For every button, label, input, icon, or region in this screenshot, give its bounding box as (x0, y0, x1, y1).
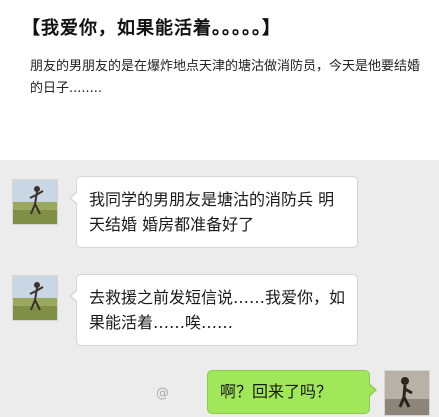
weibo-watermark: @ (156, 386, 169, 401)
message-bubble[interactable]: 去救援之前发短信说……我爱你，如果能活着……唉…… (69, 274, 358, 346)
message-bubble[interactable]: 我同学的男朋友是塘沽的消防兵 明天结婚 婚房都准备好了 (69, 176, 358, 248)
friend-avatar[interactable] (12, 179, 58, 225)
article-intro: 朋友的男朋友的是在爆炸地点天津的塘沽做消防员，今天是他要结婚的日子.......… (30, 59, 421, 96)
message-text: 我同学的男朋友是塘沽的消防兵 明天结婚 婚房都准备好了 (89, 190, 335, 234)
article-title: 【我爱你，如果能活着。。。。。】 (22, 18, 281, 39)
person-on-field-avatar-icon (13, 180, 57, 224)
friend-avatar[interactable] (12, 275, 58, 321)
message-text: 去救援之前发短信说……我爱你，如果能活着……唉…… (89, 288, 346, 332)
person-photo-avatar-icon (385, 371, 429, 415)
message-text: 啊？回来了吗？ (220, 382, 333, 401)
my-avatar[interactable] (384, 370, 430, 416)
person-on-field-avatar-icon (13, 276, 57, 320)
sent-message-bubble[interactable]: 啊？回来了吗？ (207, 370, 377, 414)
article-header: 【我爱你，如果能活着。。。。。】 朋友的男朋友的是在爆炸地点天津的塘沽做消防员，… (0, 0, 439, 160)
